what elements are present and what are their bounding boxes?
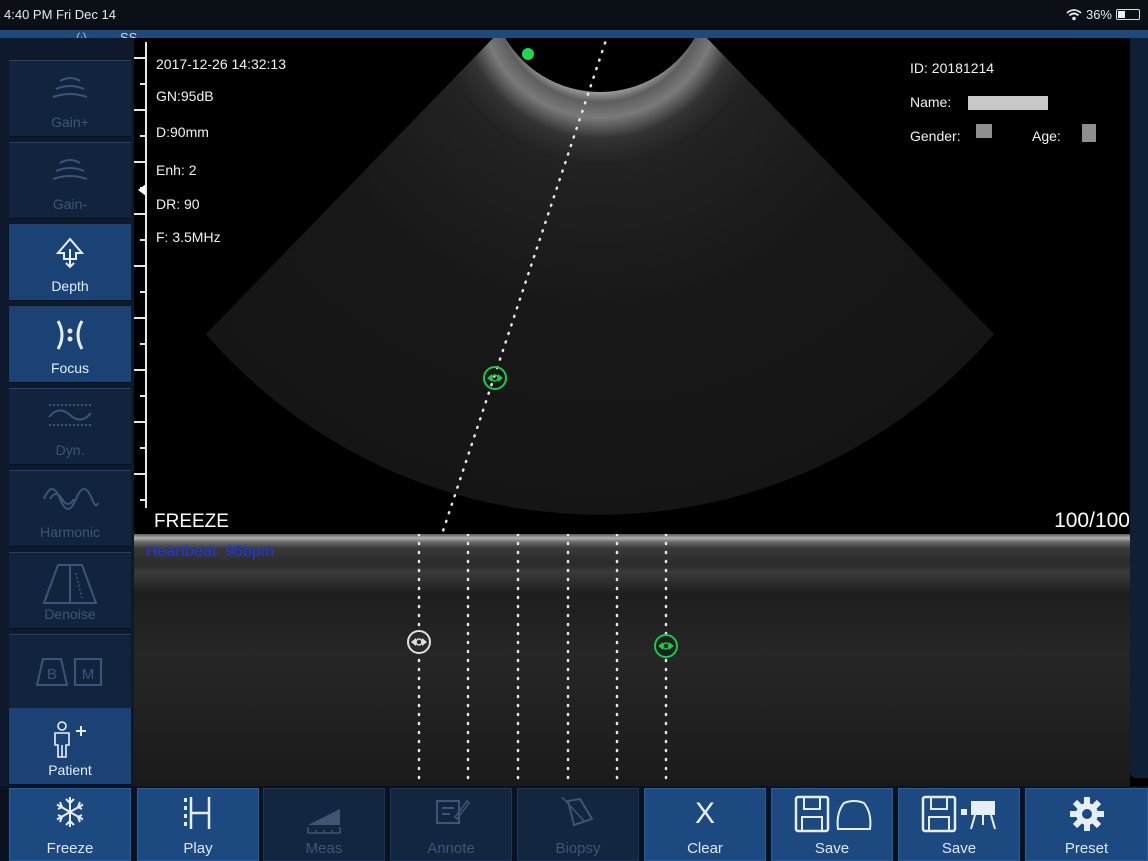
left-sidebar: Gain+ Gain- Depth Focus Dyn. Harmonic De… bbox=[0, 38, 134, 786]
depth-label: Depth bbox=[51, 278, 89, 294]
patient-gender-label: Gender: bbox=[910, 128, 961, 144]
name-redaction bbox=[968, 96, 1048, 110]
denoise-label: Denoise bbox=[44, 606, 96, 622]
save-video-icon bbox=[921, 795, 996, 833]
denoise-icon bbox=[42, 564, 98, 604]
gain-up-label: Gain+ bbox=[51, 114, 89, 130]
dynamic-range-button[interactable]: Dyn. bbox=[9, 388, 131, 465]
biopsy-button[interactable]: Biopsy bbox=[517, 788, 639, 861]
m-mode-calipers bbox=[407, 534, 678, 786]
enhance-value: Enh: 2 bbox=[156, 162, 197, 178]
save-video-button[interactable]: Save bbox=[898, 788, 1020, 861]
annotate-label: Annote bbox=[427, 840, 475, 857]
patient-icon bbox=[54, 721, 86, 758]
ultrasound-sector bbox=[134, 38, 994, 534]
depth-value: D:90mm bbox=[156, 124, 209, 140]
clear-label: Clear bbox=[687, 840, 723, 857]
snowflake-icon bbox=[56, 797, 84, 827]
caliper-active-icon[interactable] bbox=[654, 634, 678, 658]
dynamic-icon bbox=[48, 404, 92, 426]
harmonic-label: Harmonic bbox=[40, 524, 100, 540]
patient-id: ID: 20181214 bbox=[910, 60, 995, 76]
exam-datetime: 2017-12-26 14:32:13 bbox=[156, 56, 286, 72]
chevron-left-icon[interactable]: 〈 bbox=[1133, 406, 1148, 446]
measure-button[interactable]: Meas bbox=[263, 788, 385, 861]
harmonic-icon bbox=[43, 488, 99, 510]
clear-x-icon: X bbox=[694, 797, 715, 830]
clear-button[interactable]: X Clear bbox=[644, 788, 766, 861]
gain-value: GN:95dB bbox=[156, 88, 214, 104]
save-video-label: Save bbox=[941, 840, 977, 857]
save-image-label: Save bbox=[814, 840, 850, 857]
caliper-handle-icon[interactable] bbox=[407, 630, 431, 654]
focus-icon bbox=[56, 320, 84, 350]
biopsy-label: Biopsy bbox=[555, 840, 601, 857]
dynamic-range-value: DR: 90 bbox=[156, 196, 200, 212]
play-label: Play bbox=[183, 840, 213, 857]
annotate-button[interactable]: Annote bbox=[390, 788, 512, 861]
b-mode-image[interactable]: 2017-12-26 14:32:13 GN:95dB D:90mm Enh: … bbox=[134, 38, 1130, 534]
age-redaction bbox=[1082, 124, 1096, 142]
measure-icon bbox=[307, 809, 341, 834]
bottom-toolbar: Freeze Play Meas Annote Biopsy X Clear S… bbox=[0, 786, 1148, 861]
dynamic-label: Dyn. bbox=[55, 442, 85, 458]
status-bar: 4:40 PM Fri Dec 14 36% bbox=[0, 0, 1148, 30]
bm-mode-icon: B M bbox=[35, 658, 102, 686]
gain-down-icon bbox=[52, 159, 88, 180]
freeze-button[interactable]: Freeze bbox=[9, 788, 131, 861]
preset-button[interactable]: Preset bbox=[1025, 788, 1148, 861]
depth-icon bbox=[55, 237, 85, 269]
patient-age-label: Age: bbox=[1032, 128, 1061, 144]
focus-button[interactable]: Focus bbox=[9, 306, 131, 383]
freeze-status: FREEZE bbox=[154, 511, 229, 532]
gain-up-icon bbox=[52, 77, 88, 98]
battery-percent: 36% bbox=[1085, 7, 1112, 22]
cine-play-icon bbox=[184, 797, 211, 829]
focus-label: Focus bbox=[50, 360, 90, 376]
b-mode-text: B bbox=[47, 666, 57, 683]
bm-mode-button[interactable]: B M bbox=[9, 634, 131, 711]
frequency-value: F: 3.5MHz bbox=[156, 229, 221, 245]
top-strip bbox=[0, 30, 1148, 38]
heartbeat-readout: Heartbeat: 96bpm bbox=[146, 543, 275, 560]
gain-down-label: Gain- bbox=[52, 196, 88, 212]
denoise-button[interactable]: Denoise bbox=[9, 552, 131, 629]
freeze-label: Freeze bbox=[46, 840, 94, 857]
frame-counter: 100/100 bbox=[1054, 509, 1130, 532]
m-mode-trace[interactable] bbox=[134, 534, 1130, 786]
m-mode-text: M bbox=[82, 666, 95, 683]
play-button[interactable]: Play bbox=[137, 788, 259, 861]
depth-button[interactable]: Depth bbox=[9, 224, 131, 301]
biopsy-icon bbox=[561, 796, 594, 827]
save-image-icon bbox=[794, 795, 872, 833]
patient-name-label: Name: bbox=[910, 94, 952, 110]
gender-redaction bbox=[976, 124, 992, 138]
focus-marker-icon[interactable] bbox=[138, 184, 146, 196]
patient-label: Patient bbox=[48, 762, 92, 778]
wifi-icon bbox=[1066, 8, 1082, 20]
probe-orientation-dot bbox=[522, 48, 534, 60]
measure-label: Meas bbox=[305, 840, 343, 857]
status-indicators: 36% bbox=[1066, 7, 1140, 22]
gear-icon bbox=[1069, 797, 1104, 831]
patient-button[interactable]: Patient bbox=[9, 708, 131, 785]
gain-up-button[interactable]: Gain+ bbox=[9, 60, 131, 137]
save-image-button[interactable]: Save bbox=[771, 788, 893, 861]
status-time-date: 4:40 PM Fri Dec 14 bbox=[4, 7, 116, 22]
gain-down-button[interactable]: Gain- bbox=[9, 142, 131, 219]
preset-label: Preset bbox=[1064, 840, 1109, 857]
annotate-icon bbox=[436, 799, 470, 824]
depth-scale bbox=[134, 42, 147, 508]
battery-icon bbox=[1116, 9, 1140, 20]
harmonic-button[interactable]: Harmonic bbox=[9, 470, 131, 547]
